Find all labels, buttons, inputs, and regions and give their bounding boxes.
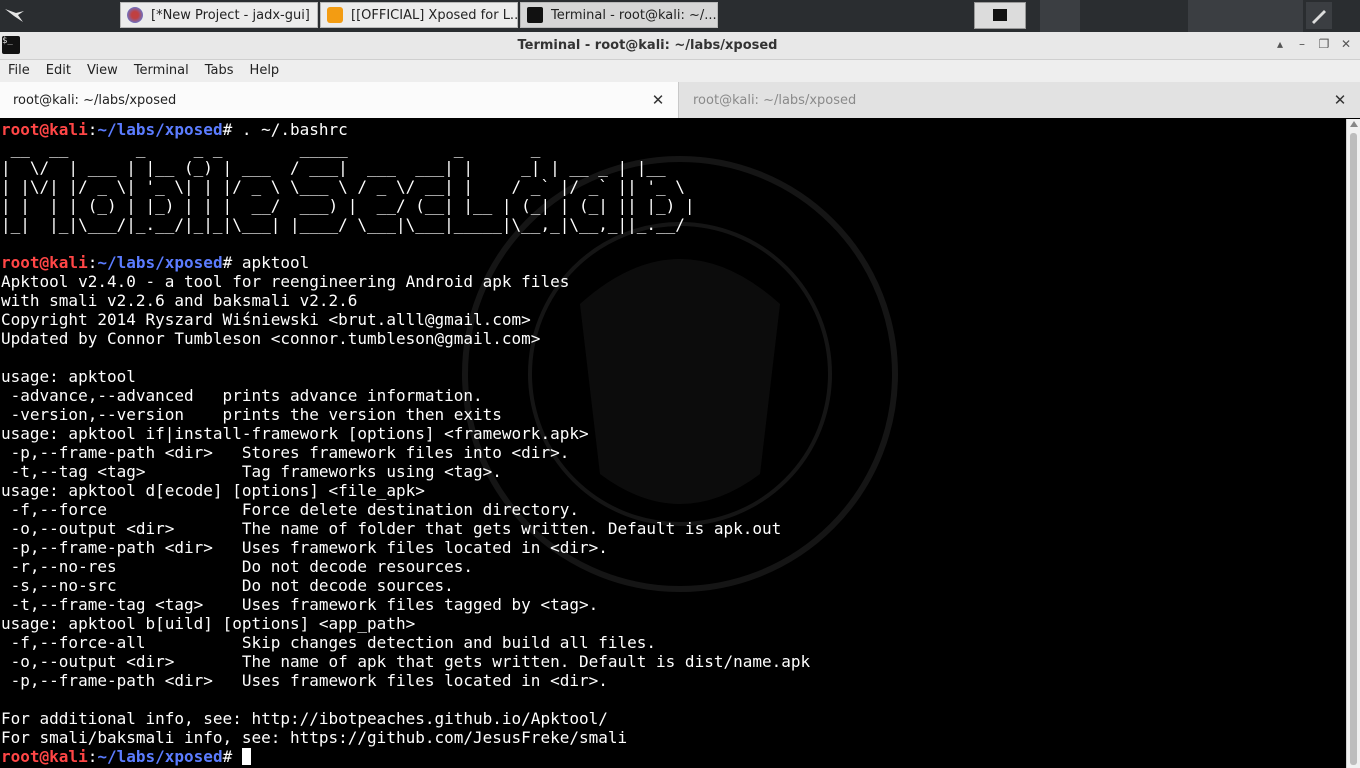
workspace-switcher[interactable]	[974, 2, 1026, 29]
window-controls: ▴ – ❐ ✕	[1272, 36, 1354, 52]
taskbar: [*New Project - jadx-gui] [[OFFICIAL] Xp…	[0, 0, 1360, 32]
tab-terminal-2[interactable]: root@kali: ~/labs/xposed ✕	[679, 82, 1360, 118]
task-jadx[interactable]: [*New Project - jadx-gui]	[120, 2, 318, 28]
terminal-icon	[527, 7, 543, 23]
prompt: root@kali:~/labs/xposed#	[1, 120, 242, 139]
command-output: Apktool v2.4.0 - a tool for reengineerin…	[1, 272, 811, 747]
pen-tool-icon[interactable]	[1306, 2, 1332, 29]
tab-label: root@kali: ~/labs/xposed	[693, 92, 857, 108]
workspace-2[interactable]	[1040, 0, 1080, 32]
terminal-icon	[993, 9, 1007, 21]
menu-bar: File Edit View Terminal Tabs Help	[0, 60, 1360, 82]
menu-terminal[interactable]: Terminal	[126, 60, 197, 82]
scroll-thumb[interactable]	[1350, 133, 1357, 765]
text-cursor	[241, 748, 251, 765]
menu-edit[interactable]: Edit	[38, 60, 79, 82]
scroll-up-icon[interactable]	[1350, 121, 1358, 127]
window-titlebar[interactable]: Terminal - root@kali: ~/labs/xposed	[0, 32, 1360, 60]
prompt: root@kali:~/labs/xposed#	[1, 747, 242, 766]
task-terminal[interactable]: Terminal - root@kali: ~/...	[520, 2, 718, 28]
prompt: root@kali:~/labs/xposed#	[1, 253, 242, 272]
window-title: Terminal - root@kali: ~/labs/xposed	[517, 38, 778, 53]
task-label: [*New Project - jadx-gui]	[151, 7, 310, 23]
minimize-icon[interactable]: –	[1294, 36, 1310, 52]
menu-view[interactable]: View	[79, 60, 126, 82]
ascii-banner: __ __ _ _ _ _____ _ _ | \/ | ___ | |__ (…	[1, 139, 695, 234]
tab-terminal-1[interactable]: root@kali: ~/labs/xposed ✕	[0, 82, 679, 118]
tab-bar: root@kali: ~/labs/xposed ✕ root@kali: ~/…	[0, 82, 1360, 118]
close-icon[interactable]: ✕	[648, 91, 668, 109]
maximize-up-icon[interactable]: ▴	[1272, 36, 1288, 52]
task-label: Terminal - root@kali: ~/...	[551, 7, 717, 23]
menu-tabs[interactable]: Tabs	[197, 60, 242, 82]
terminal-output: root@kali:~/labs/xposed# . ~/.bashrc __ …	[1, 120, 810, 766]
task-label: [[OFFICIAL] Xposed for L...	[351, 7, 518, 23]
restore-icon[interactable]: ❐	[1316, 36, 1332, 52]
jadx-icon	[127, 7, 143, 23]
tray-area	[1188, 0, 1303, 32]
command-text: . ~/.bashrc	[241, 120, 348, 139]
firefox-icon	[327, 7, 343, 23]
close-icon[interactable]: ✕	[1338, 36, 1354, 52]
command-text: apktool	[241, 253, 310, 272]
terminal-area[interactable]: root@kali:~/labs/xposed# . ~/.bashrc __ …	[0, 119, 1346, 768]
menu-file[interactable]: File	[0, 60, 38, 82]
terminal-scrollbar[interactable]	[1346, 119, 1360, 768]
close-icon[interactable]: ✕	[1330, 91, 1350, 109]
tab-label: root@kali: ~/labs/xposed	[13, 92, 177, 108]
menu-help[interactable]: Help	[242, 60, 288, 82]
kali-dragon-icon[interactable]	[0, 0, 30, 30]
terminal-icon[interactable]: $_	[2, 36, 20, 54]
task-firefox[interactable]: [[OFFICIAL] Xposed for L...	[320, 2, 518, 28]
